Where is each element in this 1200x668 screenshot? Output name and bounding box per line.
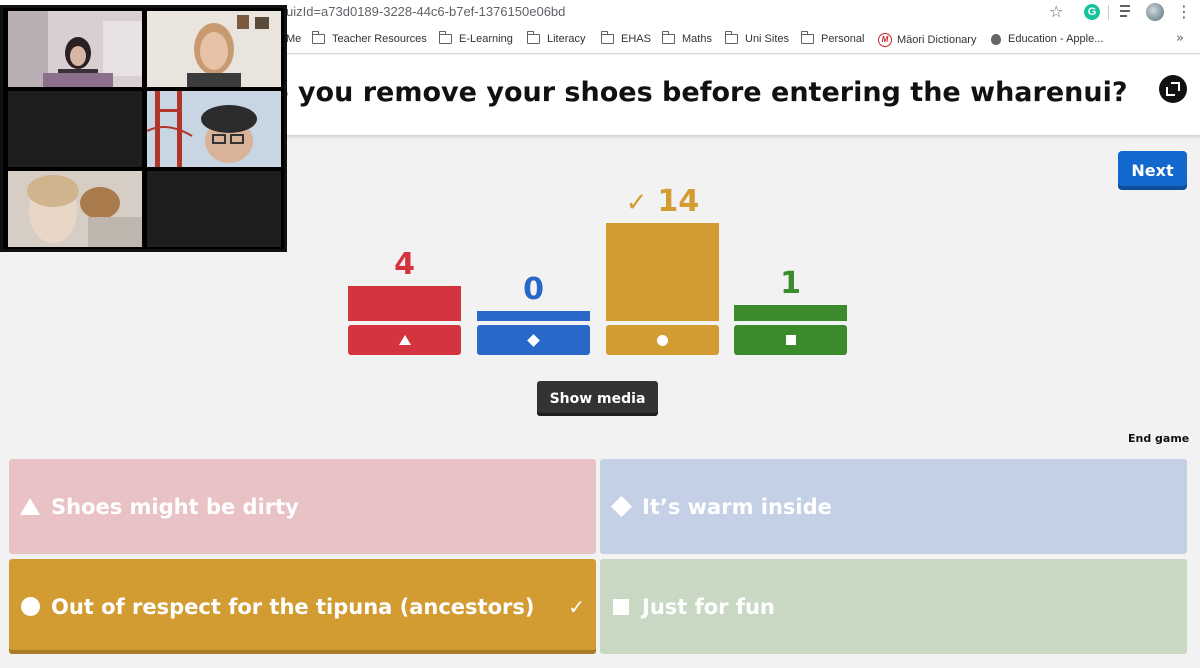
diamond-icon — [527, 333, 540, 347]
circle-icon — [20, 597, 40, 617]
toolbar-divider — [1108, 5, 1109, 20]
bar-base-circle — [606, 325, 719, 355]
triangle-icon — [20, 497, 40, 517]
bookmark-label: Personal — [821, 33, 865, 45]
bar-count-value: 0 — [523, 272, 544, 307]
bookmark-me[interactable]: Me — [286, 33, 301, 45]
video-tile-participant-3[interactable] — [8, 91, 142, 167]
folder-icon — [662, 31, 675, 44]
folder-icon — [439, 31, 452, 44]
video-tile-participant-2[interactable] — [147, 11, 281, 87]
show-media-button[interactable]: Show media — [537, 381, 658, 416]
bar-base-square — [734, 325, 847, 355]
bar-fill-diamond — [477, 311, 590, 321]
folder-icon — [312, 31, 325, 44]
answer-text: It’s warm inside — [642, 494, 832, 519]
answer-text: Just for fun — [642, 594, 775, 619]
video-tile-participant-5[interactable] — [8, 171, 142, 247]
bar-count-diamond: 0 — [477, 273, 590, 307]
bookmark-label: EHAS — [621, 33, 651, 45]
video-tile-participant-6[interactable] — [147, 171, 281, 247]
answer-option-triangle[interactable]: Shoes might be dirty — [9, 459, 596, 554]
bar-base-diamond — [477, 325, 590, 355]
grammarly-extension-icon[interactable]: G — [1084, 4, 1100, 20]
fullscreen-icon[interactable] — [1159, 75, 1187, 103]
answer-option-square[interactable]: Just for fun — [600, 559, 1187, 654]
bookmark-maori-dictionary[interactable]: M Māori Dictionary — [878, 33, 976, 47]
bookmark-label: Māori Dictionary — [897, 34, 977, 46]
bar-count-square: 1 — [734, 267, 847, 301]
square-icon — [611, 597, 631, 617]
bar-count-value: 14 — [657, 184, 700, 219]
bookmark-ehas[interactable]: EHAS — [601, 31, 651, 45]
profile-avatar-icon[interactable] — [1146, 3, 1164, 21]
folder-icon — [527, 31, 540, 44]
bar-count-value: 1 — [780, 266, 801, 301]
diamond-icon — [610, 495, 632, 518]
next-button[interactable]: Next — [1118, 151, 1187, 190]
bookmark-label: Teacher Resources — [332, 33, 427, 45]
bookmark-maths[interactable]: Maths — [662, 31, 712, 45]
bookmark-star-icon[interactable]: ☆ — [1049, 2, 1063, 21]
answer-text: Out of respect for the tipuna (ancestors… — [51, 594, 535, 619]
bar-base-triangle — [348, 325, 461, 355]
video-call-panel — [0, 5, 287, 252]
bar-count-circle: ✓ 14 — [606, 185, 719, 220]
folder-icon — [601, 31, 614, 44]
folder-icon — [801, 31, 814, 44]
bookmark-label: Uni Sites — [745, 33, 790, 45]
question-title: o you remove your shoes before entering … — [270, 77, 1128, 108]
bookmark-label: E-Learning — [459, 33, 513, 45]
bookmark-label: Maths — [682, 33, 712, 45]
bookmark-literacy[interactable]: Literacy — [527, 31, 586, 45]
bar-count-triangle: 4 — [348, 248, 461, 282]
square-icon — [785, 335, 796, 345]
bookmark-label: Literacy — [547, 33, 586, 45]
bookmark-education-apple[interactable]: Education - Apple... — [991, 33, 1103, 45]
bookmark-teacher-resources[interactable]: Teacher Resources — [312, 31, 427, 45]
answer-text: Shoes might be dirty — [51, 494, 299, 519]
bar-fill-square — [734, 305, 847, 321]
triangle-icon — [398, 335, 411, 345]
circle-icon — [657, 334, 668, 346]
bookmark-personal[interactable]: Personal — [801, 31, 865, 45]
apple-icon — [991, 33, 1001, 45]
bookmark-uni-sites[interactable]: Uni Sites — [725, 31, 790, 45]
video-tile-participant-4[interactable] — [147, 91, 281, 167]
bar-fill-circle — [606, 223, 719, 321]
answer-option-diamond[interactable]: It’s warm inside — [600, 459, 1187, 554]
bookmark-e-learning[interactable]: E-Learning — [439, 31, 513, 45]
bookmark-label: Education - Apple... — [1008, 33, 1104, 45]
bookmark-label: Me — [286, 33, 302, 45]
bookmarks-overflow-icon[interactable]: » — [1176, 31, 1184, 46]
browser-menu-icon[interactable]: ⋮ — [1176, 2, 1192, 21]
bar-count-value: 4 — [394, 247, 415, 282]
answer-option-circle[interactable]: Out of respect for the tipuna (ancestors… — [9, 559, 596, 654]
correct-check-icon: ✓ — [568, 594, 585, 619]
maori-dictionary-icon: M — [878, 33, 892, 47]
folder-icon — [725, 31, 738, 44]
correct-check-icon: ✓ — [625, 188, 648, 218]
video-tile-participant-1[interactable] — [8, 11, 142, 87]
url-text[interactable]: uizId=a73d0189-3228-44c6-b7ef-1376150e06… — [286, 4, 565, 19]
end-game-link[interactable]: End game — [1128, 432, 1189, 445]
media-queue-icon[interactable] — [1120, 5, 1134, 17]
bar-fill-triangle — [348, 286, 461, 321]
